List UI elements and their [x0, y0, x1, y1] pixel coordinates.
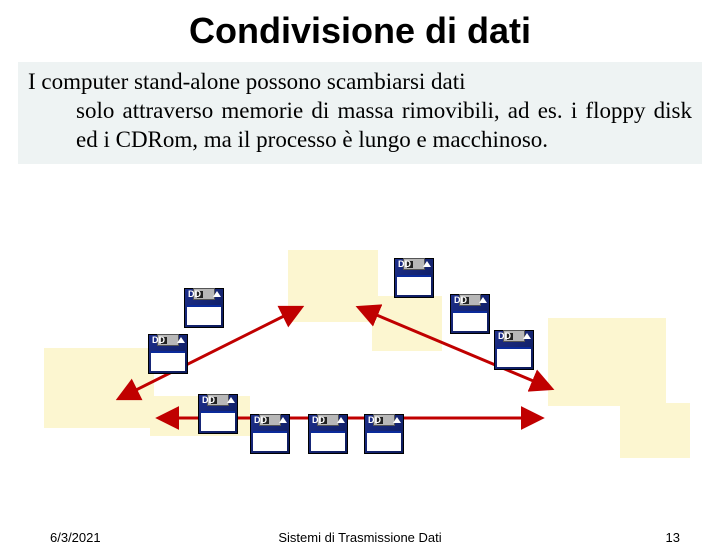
- floppy-icon: DD: [308, 414, 348, 454]
- floppy-dd-label: DD: [398, 259, 411, 269]
- floppy-icon: DD: [148, 334, 188, 374]
- floppy-icon: DD: [198, 394, 238, 434]
- floppy-icon: DD: [250, 414, 290, 454]
- body-rest: solo attraverso memorie di massa rimovib…: [28, 97, 692, 155]
- floppy-dd-label: DD: [188, 289, 201, 299]
- floppy-icon: DD: [364, 414, 404, 454]
- floppy-dd-label: DD: [152, 335, 165, 345]
- body-text: I computer stand-alone possono scambiars…: [28, 68, 692, 154]
- floppy-dd-label: DD: [498, 331, 511, 341]
- body-first-line: I computer stand-alone possono scambiars…: [28, 69, 466, 94]
- floppy-icon: DD: [494, 330, 534, 370]
- footer-page-number: 13: [666, 530, 680, 545]
- floppy-dd-label: DD: [368, 415, 381, 425]
- floppy-dd-label: DD: [312, 415, 325, 425]
- floppy-icon: DD: [450, 294, 490, 334]
- body-panel: I computer stand-alone possono scambiars…: [18, 62, 702, 164]
- floppy-dd-label: DD: [254, 415, 267, 425]
- arrows: [0, 248, 720, 488]
- floppy-icon: DD: [184, 288, 224, 328]
- floppy-dd-label: DD: [454, 295, 467, 305]
- floppy-icon: DD: [394, 258, 434, 298]
- footer-title: Sistemi di Trasmissione Dati: [0, 530, 720, 545]
- floppy-dd-label: DD: [202, 395, 215, 405]
- diagram-area: DD DD DD DD DD DD DD DD DD: [0, 248, 720, 488]
- slide-title: Condivisione di dati: [0, 0, 720, 52]
